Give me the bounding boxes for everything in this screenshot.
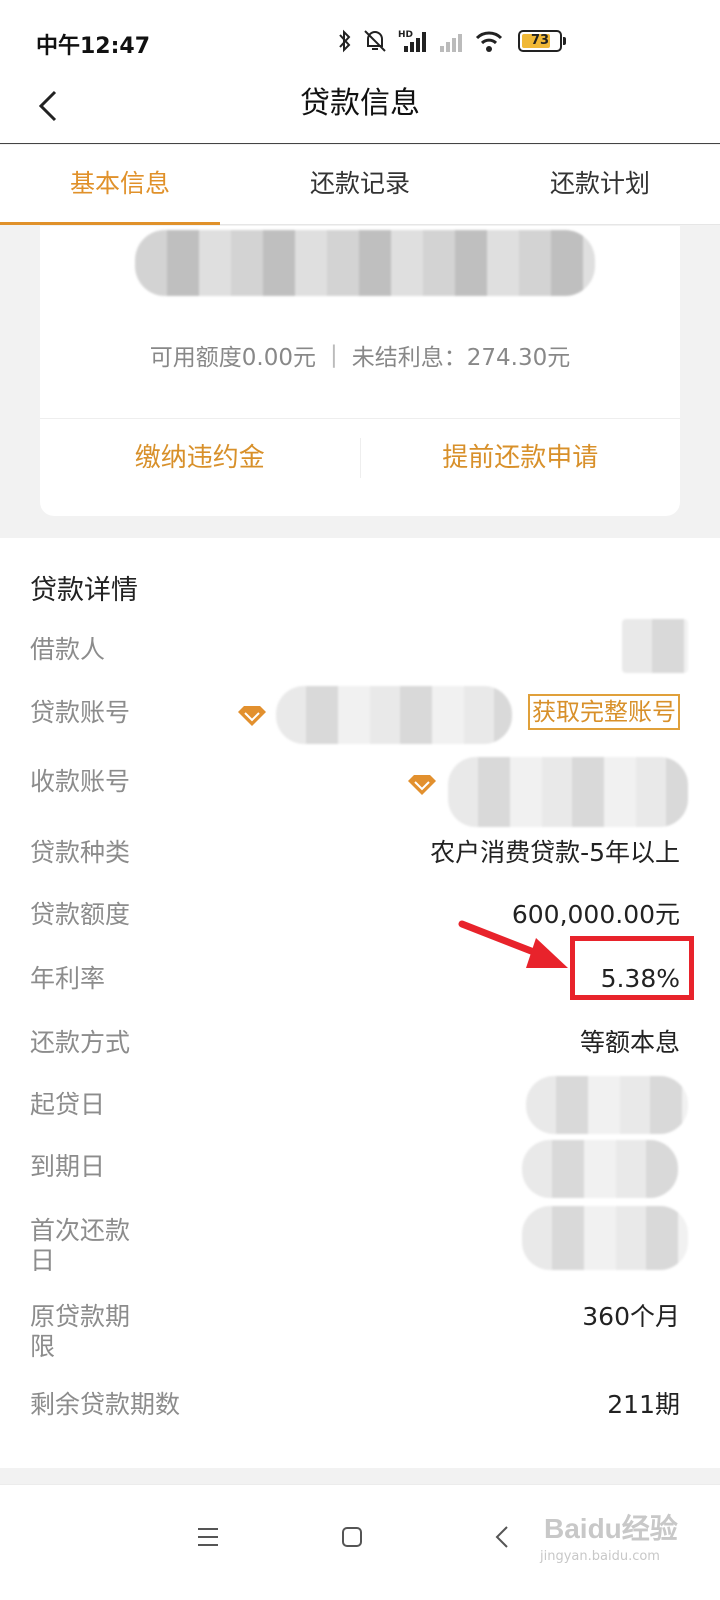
back-triangle-icon [495, 1526, 508, 1548]
status-bar: 中午12:47 HD 73 [0, 0, 720, 80]
annual-rate-label: 年利率 [30, 964, 106, 993]
home-square-icon [342, 1527, 362, 1547]
redacted-amount [135, 230, 595, 296]
remaining-periods-value: 211期 [607, 1390, 680, 1419]
borrower-label: 借款人 [30, 635, 106, 664]
system-nav-bar: Baidu经验 jingyan.baidu.com [0, 1484, 720, 1600]
original-term-label: 原贷款期限 [30, 1302, 131, 1361]
tab-repayment-records[interactable]: 还款记录 [240, 145, 480, 224]
system-back-button[interactable] [480, 1515, 524, 1559]
due-date-label: 到期日 [30, 1152, 106, 1181]
tab-basic-info[interactable]: 基本信息 [0, 145, 240, 225]
redacted-receiving-account [448, 757, 688, 827]
watermark-logo: Baidu经验 [544, 1513, 678, 1544]
red-arrow-annotation [458, 920, 568, 968]
wifi-icon [475, 31, 503, 52]
svg-text:HD: HD [398, 30, 413, 40]
pay-penalty-button[interactable]: 缴纳违约金 [40, 419, 360, 497]
status-icons: HD 73 [338, 26, 566, 56]
signal-off-icon [440, 34, 462, 52]
summary-line: 可用额度0.00元 | 未结利息：274.30元 [40, 338, 680, 372]
redacted-start-date [526, 1076, 688, 1134]
loan-summary-card: 可用额度0.00元 | 未结利息：274.30元 缴纳违约金 提前还款申请 [40, 226, 680, 516]
tab-repayment-plan[interactable]: 还款计划 [480, 145, 720, 224]
nav-bar: 贷款信息 [0, 80, 720, 144]
tab-bar: 基本信息 还款记录 还款计划 [0, 145, 720, 225]
battery-icon: 73 [518, 30, 566, 52]
diamond-icon [408, 775, 436, 795]
original-term-value: 360个月 [582, 1302, 680, 1331]
unsettled-interest: 未结利息：274.30元 [351, 345, 571, 371]
early-repayment-button[interactable]: 提前还款申请 [361, 419, 681, 497]
status-time: 中午12:47 [36, 34, 151, 59]
first-repayment-label: 首次还款日 [30, 1216, 131, 1275]
diamond-icon [238, 706, 266, 726]
loan-amount-label: 贷款额度 [30, 900, 131, 929]
receiving-account-label: 收款账号 [30, 767, 131, 796]
annual-rate-value: 5.38% [600, 964, 680, 993]
signal-hd-icon: HD [398, 30, 426, 52]
redacted-loan-account [276, 686, 512, 744]
summary-separator: | [329, 342, 338, 368]
watermark-url: jingyan.baidu.com [540, 1549, 660, 1564]
repayment-method-value: 等额本息 [579, 1028, 680, 1057]
back-arrow-icon [38, 90, 57, 122]
card-actions: 缴纳违约金 提前还款申请 [40, 418, 680, 496]
menu-button[interactable] [186, 1515, 230, 1559]
bluetooth-icon [339, 29, 351, 53]
loan-account-label: 贷款账号 [30, 698, 131, 727]
available-credit: 可用额度0.00元 [149, 345, 316, 371]
loan-type-value: 农户消费贷款-5年以上 [430, 838, 680, 867]
menu-icon [198, 1528, 218, 1546]
loan-type-label: 贷款种类 [30, 838, 131, 867]
repayment-method-label: 还款方式 [30, 1028, 131, 1057]
remaining-periods-label: 剩余贷款期数 [30, 1390, 181, 1419]
page-title: 贷款信息 [300, 86, 420, 121]
baidu-watermark: Baidu经验 jingyan.baidu.com [540, 1503, 716, 1583]
home-button[interactable] [330, 1515, 374, 1559]
redacted-first-repayment [522, 1206, 688, 1270]
battery-level: 73 [530, 33, 550, 48]
get-full-account-button[interactable]: 获取完整账号 [528, 694, 680, 730]
redacted-due-date [522, 1140, 678, 1198]
loan-details: 贷款详情 借款人 贷款账号 获取完整账号 收款账号 贷款种类 农户消费贷款-5年… [0, 538, 720, 1468]
details-title: 贷款详情 [30, 575, 138, 606]
start-date-label: 起贷日 [30, 1090, 106, 1119]
back-button[interactable] [26, 84, 70, 128]
redacted-borrower [622, 619, 688, 673]
mute-bell-icon [364, 30, 386, 52]
